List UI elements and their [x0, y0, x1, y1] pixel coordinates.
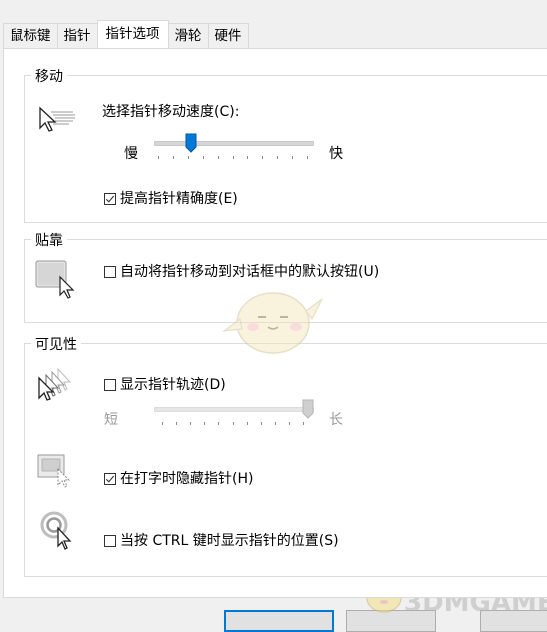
slider-tick [277, 156, 278, 159]
ok-button[interactable] [224, 610, 334, 632]
visibility-group-title: 可见性 [31, 334, 81, 354]
motion-group: 移动 [24, 66, 547, 223]
slider-tick [158, 156, 159, 159]
speed-slider-track[interactable] [154, 141, 314, 146]
trails-label: 显示指针轨迹(D) [120, 377, 226, 393]
tab-pointers[interactable]: 指针 [56, 23, 98, 48]
slider-tick [247, 422, 248, 425]
snap-to-icon [34, 259, 78, 299]
slider-tick [307, 156, 308, 159]
tab-strip: 鼠标键 指针 指针选项 滑轮 硬件 [3, 20, 249, 48]
slider-tick [218, 156, 219, 159]
slider-tick [176, 422, 177, 425]
trails-slider-ticks [162, 422, 304, 426]
hide-while-typing-icon [36, 453, 80, 489]
precision-checkbox[interactable] [104, 193, 116, 205]
slider-tick [289, 422, 290, 425]
trails-slider-track[interactable] [154, 407, 314, 412]
slider-tick [233, 422, 234, 425]
slider-tick [292, 156, 293, 159]
snap-group-title: 贴靠 [31, 230, 67, 250]
slow-label: 慢 [124, 146, 138, 162]
trails-checkbox[interactable] [104, 379, 116, 391]
short-label: 短 [104, 412, 118, 428]
precision-checkbox-row[interactable]: 提高指针精确度(E) [104, 188, 238, 208]
trails-slider-thumb[interactable] [302, 399, 314, 419]
slider-tick [303, 422, 304, 425]
tab-buttons[interactable]: 鼠标键 [3, 23, 58, 48]
slider-tick [190, 422, 191, 425]
slider-tick [262, 156, 263, 159]
slider-tick [233, 156, 234, 159]
fast-label: 快 [329, 146, 343, 162]
speed-slider-thumb[interactable] [185, 133, 197, 153]
slider-tick [247, 156, 248, 159]
hide-typing-label: 在打字时隐藏指针(H) [120, 471, 254, 487]
ctrl-checkbox-row[interactable]: 当按 CTRL 键时显示指针的位置(S) [104, 530, 339, 550]
ctrl-label: 当按 CTRL 键时显示指针的位置(S) [120, 533, 339, 549]
precision-label: 提高指针精确度(E) [120, 191, 238, 207]
pointer-trails-icon [36, 367, 80, 403]
ctrl-checkbox[interactable] [104, 535, 116, 547]
tab-hardware[interactable]: 硬件 [207, 23, 249, 48]
speed-slider-ticks [158, 156, 308, 160]
slider-tick [275, 422, 276, 425]
speed-label: 选择指针移动速度(C): [102, 104, 240, 120]
long-label: 长 [329, 412, 343, 428]
slider-tick [188, 156, 189, 159]
trails-checkbox-row[interactable]: 显示指针轨迹(D) [104, 374, 226, 394]
hide-typing-checkbox-row[interactable]: 在打字时隐藏指针(H) [104, 468, 253, 488]
tab-panel: 移动 选择指针移动速度(C): 慢 快 提高指针精确度(E) 贴靠 自动将指针移… [3, 48, 547, 598]
ctrl-locate-pointer-icon [40, 511, 84, 551]
slider-tick [203, 156, 204, 159]
slider-tick [261, 422, 262, 425]
slider-tick [162, 422, 163, 425]
slider-tick [218, 422, 219, 425]
pointer-speed-icon [37, 104, 77, 136]
slider-tick [204, 422, 205, 425]
tab-pointer-options[interactable]: 指针选项 [96, 20, 169, 48]
hide-typing-checkbox[interactable] [104, 473, 116, 485]
mouse-properties-dialog: 鼠标键 指针 指针选项 滑轮 硬件 移动 选择指针移动速度(C): 慢 快 提高… [0, 0, 547, 632]
motion-group-title: 移动 [31, 66, 67, 86]
mascot-watermark [218, 271, 328, 361]
snap-checkbox[interactable] [104, 266, 116, 278]
tab-wheel[interactable]: 滑轮 [167, 23, 209, 48]
slider-tick [173, 156, 174, 159]
